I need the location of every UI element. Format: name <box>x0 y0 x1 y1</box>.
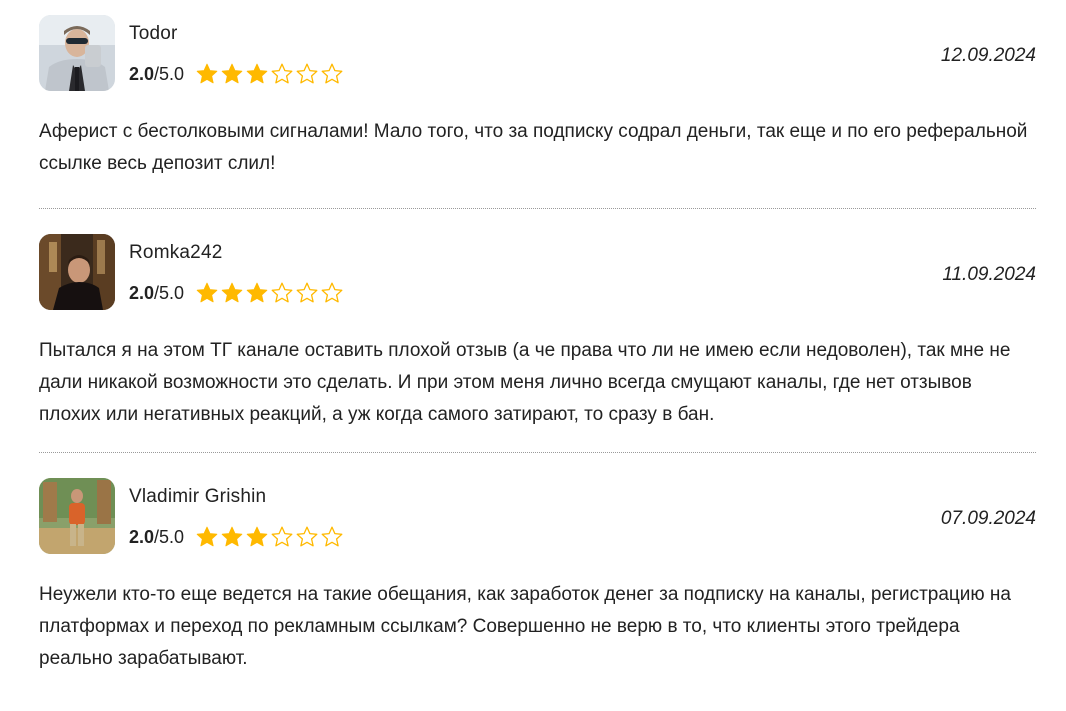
rating-max: /5.0 <box>154 526 185 547</box>
avatar <box>39 15 115 91</box>
rating: 2.0 /5.0 <box>129 281 344 305</box>
review-date: 11.09.2024 <box>942 264 1036 285</box>
review-text: Пытался я на этом ТГ канале оставить пло… <box>39 340 1011 425</box>
star-filled-icon <box>196 526 218 547</box>
star-filled-icon <box>196 63 218 84</box>
star-rating <box>195 525 344 549</box>
author-name: Romka242 <box>129 242 223 263</box>
star-empty-icon <box>296 282 318 303</box>
star-empty-icon <box>271 526 293 547</box>
avatar <box>39 234 115 310</box>
rating-max: /5.0 <box>154 63 185 84</box>
user-photo-icon <box>39 234 115 310</box>
author-name: Todor <box>129 23 178 44</box>
rating-value: 2.0 <box>129 526 155 547</box>
star-empty-icon <box>321 282 343 303</box>
star-empty-icon <box>296 526 318 547</box>
review-item: Todor 2.0 /5.0 12.09.2024 Аферист с бест… <box>39 15 1036 180</box>
reviews-list: Todor 2.0 /5.0 12.09.2024 Аферист с бест… <box>0 15 1066 675</box>
divider <box>39 208 1036 209</box>
divider <box>39 452 1036 453</box>
review-text: Неужели кто-то еще ведется на такие обещ… <box>39 584 1011 669</box>
star-empty-icon <box>271 63 293 84</box>
review-text: Аферист с бестолковыми сигналами! Мало т… <box>39 121 1028 174</box>
review-header: Vladimir Grishin 2.0 /5.0 07.09.2024 <box>39 478 1036 554</box>
star-filled-icon <box>221 526 243 547</box>
avatar <box>39 478 115 554</box>
review-item: Romka242 2.0 /5.0 11.09.2024 Пытался я н… <box>39 234 1036 431</box>
rating: 2.0 /5.0 <box>129 62 344 86</box>
star-filled-icon <box>246 282 268 303</box>
star-filled-icon <box>246 63 268 84</box>
rating-value: 2.0 <box>129 282 155 303</box>
star-filled-icon <box>221 63 243 84</box>
star-filled-icon <box>196 282 218 303</box>
rating: 2.0 /5.0 <box>129 525 344 549</box>
star-filled-icon <box>221 282 243 303</box>
rating-value: 2.0 <box>129 63 155 84</box>
user-photo-icon <box>39 15 115 91</box>
review-item: Vladimir Grishin 2.0 /5.0 07.09.2024 Неу… <box>39 478 1036 675</box>
review-header: Romka242 2.0 /5.0 11.09.2024 <box>39 234 1036 310</box>
review-date: 12.09.2024 <box>940 45 1036 66</box>
author-name: Vladimir Grishin <box>129 486 267 507</box>
star-empty-icon <box>271 282 293 303</box>
review-date: 07.09.2024 <box>940 508 1036 529</box>
star-empty-icon <box>321 63 343 84</box>
star-rating <box>195 281 344 305</box>
star-empty-icon <box>296 63 318 84</box>
review-header: Todor 2.0 /5.0 12.09.2024 <box>39 15 1036 91</box>
rating-max: /5.0 <box>154 282 185 303</box>
star-empty-icon <box>321 526 343 547</box>
user-photo-icon <box>39 478 115 554</box>
star-rating <box>195 62 344 86</box>
star-filled-icon <box>246 526 268 547</box>
